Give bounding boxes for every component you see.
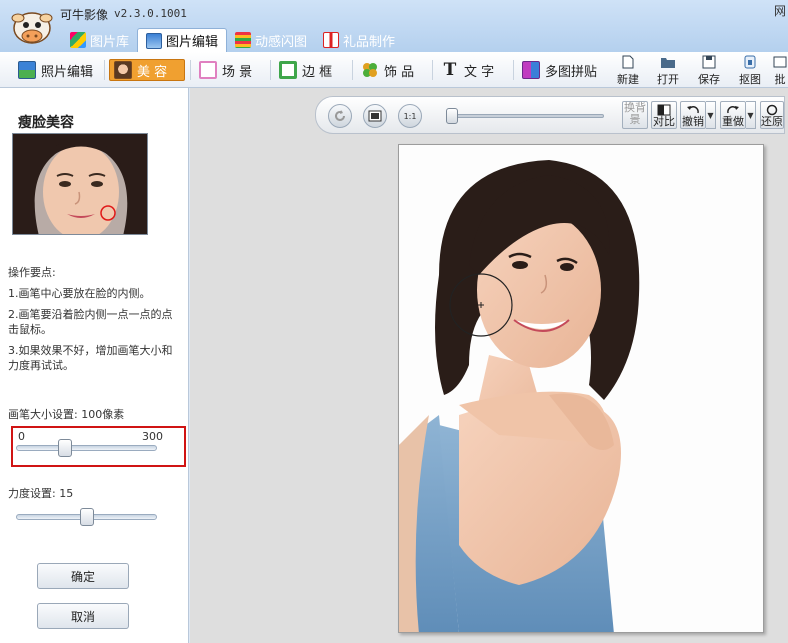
collage-icon <box>522 61 540 79</box>
tool-beauty[interactable]: 美 容 <box>109 59 185 81</box>
app-logo-icon <box>11 12 53 44</box>
app-title: 可牛影像 <box>60 8 109 22</box>
tab-picture-library[interactable]: 图片库 <box>62 28 137 52</box>
gift-icon <box>323 32 340 48</box>
example-face-image <box>12 133 148 235</box>
actual-size-button[interactable]: 1:1 <box>398 104 422 128</box>
picture-library-icon <box>70 32 86 48</box>
panel-title: 瘦脸美容 <box>18 115 74 131</box>
brush-size-label: 画笔大小设置: 100像素 <box>8 408 125 421</box>
main-tabs: 图片库 图片编辑 动感闪图 礼品制作 <box>62 28 403 52</box>
picture-edit-icon <box>146 32 163 49</box>
open-folder-icon <box>661 58 675 68</box>
open-button[interactable]: 打开 <box>651 54 685 86</box>
canvas-area: 1:1 换背景 对比 撤销 ▼ 重做 ▼ 还原 <box>190 88 788 643</box>
strength-label: 力度设置: 15 <box>8 487 74 500</box>
photo-edit-icon <box>18 61 36 79</box>
confirm-button[interactable]: 确定 <box>37 563 129 589</box>
fit-screen-icon <box>368 110 382 122</box>
image-toolbar: 1:1 换背景 对比 撤销 ▼ 重做 ▼ 还原 <box>315 96 785 134</box>
zoom-slider[interactable] <box>446 114 604 118</box>
text-t-icon: T <box>443 60 457 80</box>
chevron-down-icon: ▼ <box>707 110 714 120</box>
tips-heading: 操作要点: <box>8 266 56 279</box>
tool-decoration[interactable]: 饰 品 <box>357 59 418 81</box>
tip-2: 2.画笔要沿着脸内侧一点一点的点击鼠标。 <box>8 308 173 336</box>
toolbar-divider <box>352 60 353 80</box>
strength-slider-thumb[interactable] <box>79 508 94 526</box>
restore-button[interactable]: 还原 <box>760 101 784 129</box>
change-background-button[interactable]: 换背景 <box>622 101 648 129</box>
compare-button[interactable]: 对比 <box>651 101 677 129</box>
cutout-button[interactable]: 抠图 <box>733 54 767 86</box>
cancel-button[interactable]: 取消 <box>37 603 129 629</box>
fit-screen-button[interactable] <box>363 104 387 128</box>
app-version: v2.3.0.1001 <box>114 7 187 20</box>
example-face-illustration <box>13 134 147 234</box>
tab-picture-edit[interactable]: 图片编辑 <box>137 28 228 52</box>
edit-toolbar: 照片编辑 美 容 场 景 边 框 饰 品 T 文 字 多图拼贴 新建 打开 保存… <box>0 52 788 88</box>
cutout-icon <box>744 55 756 69</box>
toolbar-divider <box>270 60 271 80</box>
toolbar-divider <box>513 60 514 80</box>
zoom-slider-thumb[interactable] <box>446 108 458 124</box>
tool-scene[interactable]: 场 景 <box>195 59 256 81</box>
save-button[interactable]: 保存 <box>692 54 726 86</box>
tab-animated-flash[interactable]: 动感闪图 <box>227 28 315 52</box>
portrait-photo-illustration <box>399 145 763 632</box>
batch-icon <box>773 56 787 68</box>
tool-collage[interactable]: 多图拼贴 <box>518 59 601 81</box>
tip-1: 1.画笔中心要放在脸的内侧。 <box>8 287 151 300</box>
new-button[interactable]: 新建 <box>611 54 645 86</box>
border-frame-icon <box>279 61 297 79</box>
slim-face-panel: 瘦脸美容 操作要点: 1.画笔中心要放在脸的内侧。 2.画笔要沿着脸内侧一点一点… <box>0 88 189 643</box>
tool-border[interactable]: 边 框 <box>275 59 336 81</box>
corner-text[interactable]: 网 <box>774 2 786 19</box>
new-file-icon <box>622 55 634 69</box>
brush-size-min: 0 <box>18 430 25 443</box>
save-disk-icon <box>702 55 716 69</box>
tip-3: 3.如果效果不好，增加画笔大小和力度再试试。 <box>8 344 173 372</box>
toolbar-divider <box>104 60 105 80</box>
tool-text[interactable]: T 文 字 <box>437 59 498 81</box>
title-bar: 可牛影像 v2.3.0.1001 网 图片库 图片编辑 动感闪图 礼品制作 <box>0 0 788 52</box>
beauty-face-icon <box>114 61 132 79</box>
toolbar-divider <box>432 60 433 80</box>
brush-size-max: 300 <box>142 430 163 443</box>
chevron-down-icon: ▼ <box>747 110 754 120</box>
clover-icon <box>363 63 377 77</box>
toolbar-divider <box>190 60 191 80</box>
redo-dropdown[interactable]: ▼ <box>746 101 756 129</box>
tab-gift-making[interactable]: 礼品制作 <box>315 28 403 52</box>
scene-icon <box>199 61 217 79</box>
undo-dropdown[interactable]: ▼ <box>706 101 716 129</box>
undo-button[interactable]: 撤销 <box>680 101 706 129</box>
tool-photo-edit[interactable]: 照片编辑 <box>14 59 97 81</box>
edited-photo[interactable] <box>398 144 764 633</box>
redo-button[interactable]: 重做 <box>720 101 746 129</box>
animated-flash-icon <box>235 32 252 48</box>
brush-size-slider[interactable] <box>16 445 157 451</box>
batch-button[interactable]: 批 <box>772 54 788 86</box>
rotate-icon <box>335 110 345 121</box>
rotate-button[interactable] <box>328 104 352 128</box>
brush-size-slider-thumb[interactable] <box>58 439 73 457</box>
